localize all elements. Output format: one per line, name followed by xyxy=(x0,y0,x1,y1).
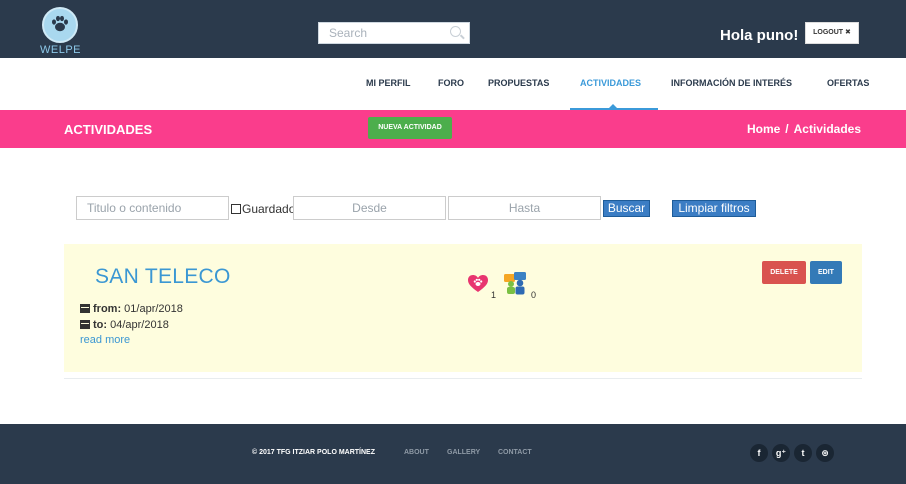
breadcrumb-current: Actividades xyxy=(793,122,861,136)
calendar-icon xyxy=(80,304,90,313)
search-input[interactable] xyxy=(319,23,447,43)
google-plus-icon[interactable]: g⁺ xyxy=(772,444,790,462)
saved-checkbox-wrap[interactable]: Guardado xyxy=(231,202,295,216)
clear-filters-button[interactable]: Limpiar filtros xyxy=(672,200,756,217)
activity-title[interactable]: SAN TELECO xyxy=(95,265,231,289)
copyright: © 2017 TFG ITZIAR POLO MARTÍNEZ xyxy=(252,449,375,456)
footer: © 2017 TFG ITZIAR POLO MARTÍNEZ ABOUT GA… xyxy=(0,424,906,484)
search-icon[interactable] xyxy=(450,26,461,37)
logo-text: WELPE xyxy=(40,44,82,56)
activity-card: SAN TELECO from: 01/apr/2018 to: 04/apr/… xyxy=(64,244,862,372)
paw-icon xyxy=(44,13,76,41)
footer-link-contact[interactable]: CONTACT xyxy=(498,449,532,456)
logout-button[interactable]: LOGOUT ✖ xyxy=(805,22,859,44)
main-nav: MI PERFIL FORO PROPUESTAS ACTIVIDADES IN… xyxy=(0,58,906,111)
participants-icon[interactable] xyxy=(503,271,529,295)
search-button[interactable]: Buscar xyxy=(603,200,650,217)
to-date-input[interactable] xyxy=(448,196,601,220)
edit-button[interactable]: EDIT xyxy=(810,261,842,284)
date-from: from: 01/apr/2018 xyxy=(80,303,183,315)
saved-checkbox-label: Guardado xyxy=(242,202,296,216)
title-filter-input[interactable] xyxy=(76,196,229,220)
page-header: ACTIVIDADES NUEVA ACTIVIDAD Home / Activid… xyxy=(0,110,906,148)
date-to-value: 04/apr/2018 xyxy=(110,319,169,331)
top-bar: WELPE Hola puno! LOGOUT ✖ xyxy=(0,0,906,58)
date-to-label: to: xyxy=(93,319,108,331)
from-date-input[interactable] xyxy=(293,196,446,220)
search-box xyxy=(318,22,470,44)
new-activity-button[interactable]: NUEVA ACTIVIDAD xyxy=(368,117,452,139)
footer-link-about[interactable]: ABOUT xyxy=(404,449,429,456)
date-from-value: 01/apr/2018 xyxy=(124,303,183,315)
footer-link-gallery[interactable]: GALLERY xyxy=(447,449,480,456)
breadcrumb: Home / Actividades xyxy=(747,122,861,136)
participants-count: 0 xyxy=(531,290,537,300)
twitter-icon[interactable]: t xyxy=(794,444,812,462)
page-title: ACTIVIDADES xyxy=(64,122,153,137)
nav-item-actividades[interactable]: ACTIVIDADES xyxy=(580,78,641,88)
dribbble-icon[interactable]: ⊛ xyxy=(816,444,834,462)
nav-item-propuestas[interactable]: PROPUESTAS xyxy=(488,78,549,88)
logo[interactable] xyxy=(42,7,78,43)
facebook-icon[interactable]: f xyxy=(750,444,768,462)
nav-item-informacion[interactable]: INFORMACIÓN DE INTERÉS xyxy=(671,78,792,88)
likes-count: 1 xyxy=(491,290,497,300)
nav-item-foro[interactable]: FORO xyxy=(438,78,464,88)
read-more-link[interactable]: read more xyxy=(80,334,130,346)
date-from-label: from: xyxy=(93,303,122,315)
date-to: to: 04/apr/2018 xyxy=(80,319,169,331)
breadcrumb-home[interactable]: Home xyxy=(747,122,780,136)
delete-button[interactable]: DELETE xyxy=(762,261,806,284)
breadcrumb-separator: / xyxy=(785,122,789,136)
saved-checkbox[interactable] xyxy=(231,204,241,214)
nav-item-ofertas[interactable]: OFERTAS xyxy=(827,78,869,88)
calendar-icon xyxy=(80,320,90,329)
nav-item-mi-perfil[interactable]: MI PERFIL xyxy=(366,78,411,88)
heart-paw-icon[interactable] xyxy=(468,275,488,293)
divider xyxy=(64,378,862,379)
user-greeting: Hola puno! xyxy=(720,27,799,44)
